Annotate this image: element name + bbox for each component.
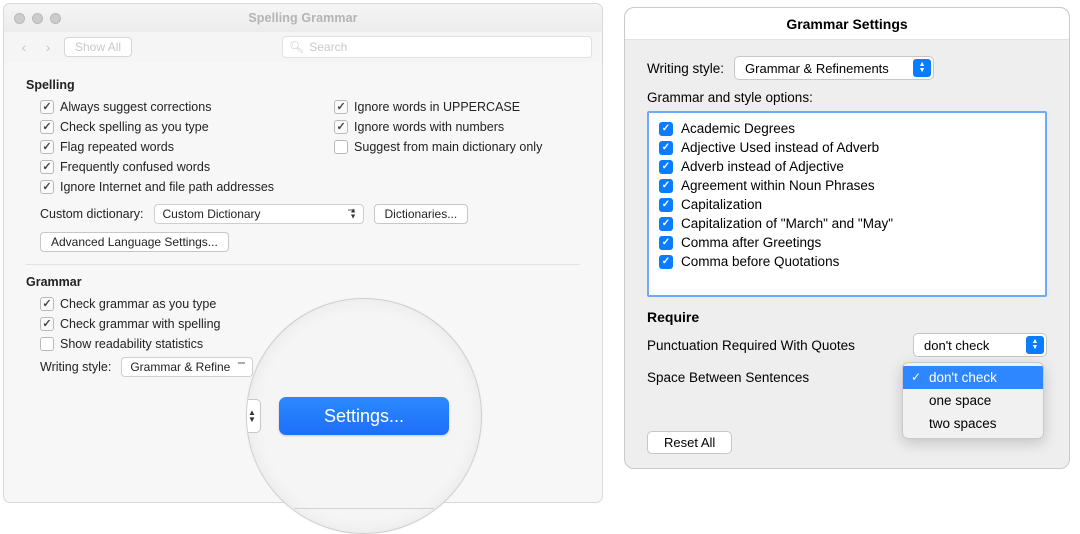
nav-arrows: ‹ › [14,37,58,57]
section-divider [26,264,580,265]
checkbox-label: Check grammar with spelling [60,317,220,331]
checkbox[interactable] [659,217,673,231]
checkbox[interactable] [659,141,673,155]
search-input[interactable]: 🔍︎ Search [282,36,592,58]
titlebar: Spelling Grammar [4,4,602,32]
checkbox[interactable] [334,100,348,114]
space-between-sentences-dropdown[interactable]: don't checkone spacetwo spaces [902,362,1044,439]
writing-style-row-dialog: Writing style: Grammar & Refinements ▲▼ [647,56,1047,80]
reset-all-button[interactable]: Reset All [647,431,732,454]
writing-style-select[interactable]: Grammar & Refine [121,357,253,377]
checkbox[interactable] [40,337,54,351]
checkbox-label: Check spelling as you type [60,120,209,134]
space-between-sentences-label: Space Between Sentences [647,370,905,385]
checkbox[interactable] [334,120,348,134]
writing-style-label-dialog: Writing style: [647,61,724,76]
grammar-option-item[interactable]: Adverb instead of Adjective [649,157,1045,176]
dropdown-menu-item[interactable]: one space [903,389,1043,412]
checkbox[interactable] [40,317,54,331]
checkbox-label: Frequently confused words [60,160,210,174]
checkbox[interactable] [40,140,54,154]
grammar-option-label: Comma after Greetings [681,235,821,250]
search-placeholder: Search [309,40,347,54]
checkbox[interactable] [40,297,54,311]
checkbox[interactable] [659,122,673,136]
checkbox-option: Ignore words in UPPERCASE [334,100,542,114]
require-heading: Require [647,309,1047,325]
writing-style-select-edge[interactable]: ▲▼ [246,399,261,433]
grammar-option-item[interactable]: Academic Degrees [649,119,1045,138]
search-icon: 🔍︎ [289,40,304,54]
custom-dictionary-label: Custom dictionary: [40,207,144,221]
punctuation-quotes-select[interactable]: don't check ▲▼ [913,333,1047,357]
checkbox[interactable] [659,160,673,174]
back-button[interactable]: ‹ [14,37,34,57]
checkbox[interactable] [659,198,673,212]
show-all-button[interactable]: Show All [64,37,132,57]
dropdown-menu-item[interactable]: don't check [903,366,1043,389]
checkbox-option: Check spelling as you type [40,120,274,134]
spelling-heading: Spelling [26,78,580,92]
settings-button[interactable]: Settings... [279,397,449,435]
grammar-option-item[interactable]: Comma before Quotations [649,252,1045,271]
forward-button[interactable]: › [38,37,58,57]
checkbox[interactable] [334,140,348,154]
checkbox-option: Always suggest corrections [40,100,274,114]
grammar-options-listbox[interactable]: Academic Degrees Adjective Used instead o… [647,111,1047,297]
grammar-option-label: Adverb instead of Adjective [681,159,844,174]
toolbar: ‹ › Show All 🔍︎ Search [4,32,602,62]
checkbox[interactable] [659,236,673,250]
select-updown-icon: ▲▼ [1026,336,1044,354]
checkbox-label: Check grammar as you type [60,297,216,311]
checkbox-label: Suggest from main dictionary only [354,140,542,154]
checkbox-option: Ignore Internet and file path addresses [40,180,274,194]
custom-dictionary-select[interactable]: Custom Dictionary ▲▼ [154,204,364,224]
checkbox[interactable] [40,100,54,114]
grammar-option-label: Capitalization of "March" and "May" [681,216,893,231]
writing-style-label: Writing style: [40,360,111,374]
grammar-option-item[interactable]: Adjective Used instead of Adverb [649,138,1045,157]
dropdown-menu-item[interactable]: two spaces [903,412,1043,435]
checkbox[interactable] [40,180,54,194]
checkbox-option: Ignore words with numbers [334,120,542,134]
grammar-option-label: Capitalization [681,197,762,212]
punctuation-quotes-row: Punctuation Required With Quotes don't c… [647,333,1047,357]
spelling-options: Always suggest corrections Check spelling… [26,100,580,194]
grammar-option-label: Comma before Quotations [681,254,839,269]
checkbox-label: Ignore Internet and file path addresses [60,180,274,194]
checkbox-label: Flag repeated words [60,140,174,154]
checkbox-label: Show readability statistics [60,337,203,351]
grammar-heading: Grammar [26,275,580,289]
writing-style-select-dialog[interactable]: Grammar & Refinements ▲▼ [734,56,934,80]
grammar-option-item[interactable]: Comma after Greetings [649,233,1045,252]
checkbox[interactable] [659,255,673,269]
checkbox-label: Ignore words in UPPERCASE [354,100,520,114]
select-updown-icon: ▲▼ [350,209,357,220]
custom-dictionary-row: Custom dictionary: Custom Dictionary ▲▼ … [40,204,580,224]
checkbox-label: Ignore words with numbers [354,120,504,134]
grammar-option-label: Adjective Used instead of Adverb [681,140,879,155]
grammar-option-label: Academic Degrees [681,121,795,136]
grammar-option-item[interactable]: Agreement within Noun Phrases [649,176,1045,195]
grammar-option-label: Agreement within Noun Phrases [681,178,875,193]
punctuation-quotes-label: Punctuation Required With Quotes [647,338,905,353]
grammar-style-options-heading: Grammar and style options: [647,90,1047,105]
divider-line [294,508,434,509]
checkbox[interactable] [40,160,54,174]
dictionaries-button[interactable]: Dictionaries... [374,204,469,224]
magnifier-zoom: ▲▼ Settings... [246,298,482,534]
window-title: Spelling Grammar [4,11,602,25]
checkbox-label: Always suggest corrections [60,100,211,114]
grammar-option-item[interactable]: Capitalization [649,195,1045,214]
grammar-option-item[interactable]: Capitalization of "March" and "May" [649,214,1045,233]
dialog-title: Grammar Settings [625,8,1069,40]
advanced-language-settings-button[interactable]: Advanced Language Settings... [40,232,229,252]
select-updown-icon: ▲▼ [913,59,931,77]
checkbox-option: Frequently confused words [40,160,274,174]
checkbox-option: Flag repeated words [40,140,274,154]
checkbox[interactable] [40,120,54,134]
checkbox[interactable] [659,179,673,193]
checkbox-option: Suggest from main dictionary only [334,140,542,154]
